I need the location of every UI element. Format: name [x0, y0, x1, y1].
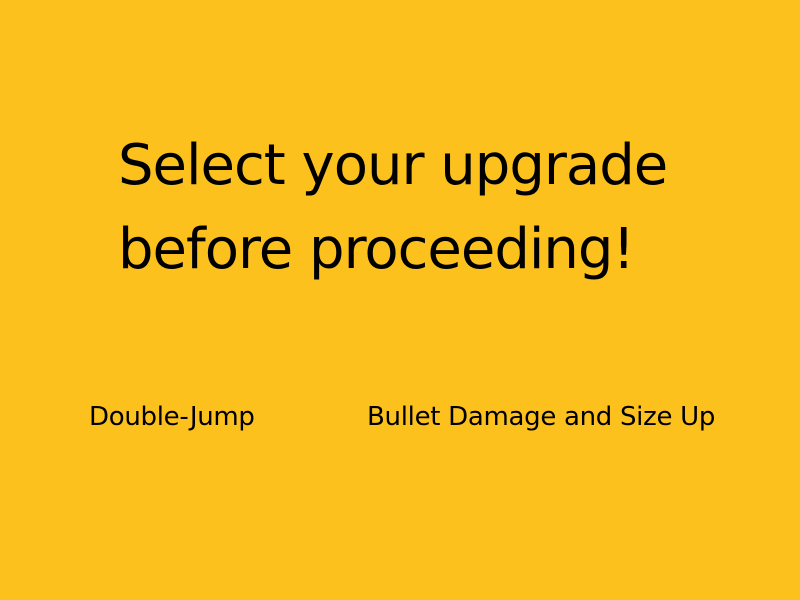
- prompt-line-1: Select your upgrade: [118, 133, 668, 198]
- upgrade-prompt-title: Select your upgrade before proceeding!: [118, 124, 778, 292]
- upgrade-screen: Select your upgrade before proceeding! D…: [0, 0, 800, 600]
- prompt-line-2: before proceeding!: [118, 217, 635, 282]
- upgrade-option-double-jump[interactable]: Double-Jump: [89, 398, 255, 436]
- upgrade-option-bullet-damage-size-up[interactable]: Bullet Damage and Size Up: [367, 398, 715, 436]
